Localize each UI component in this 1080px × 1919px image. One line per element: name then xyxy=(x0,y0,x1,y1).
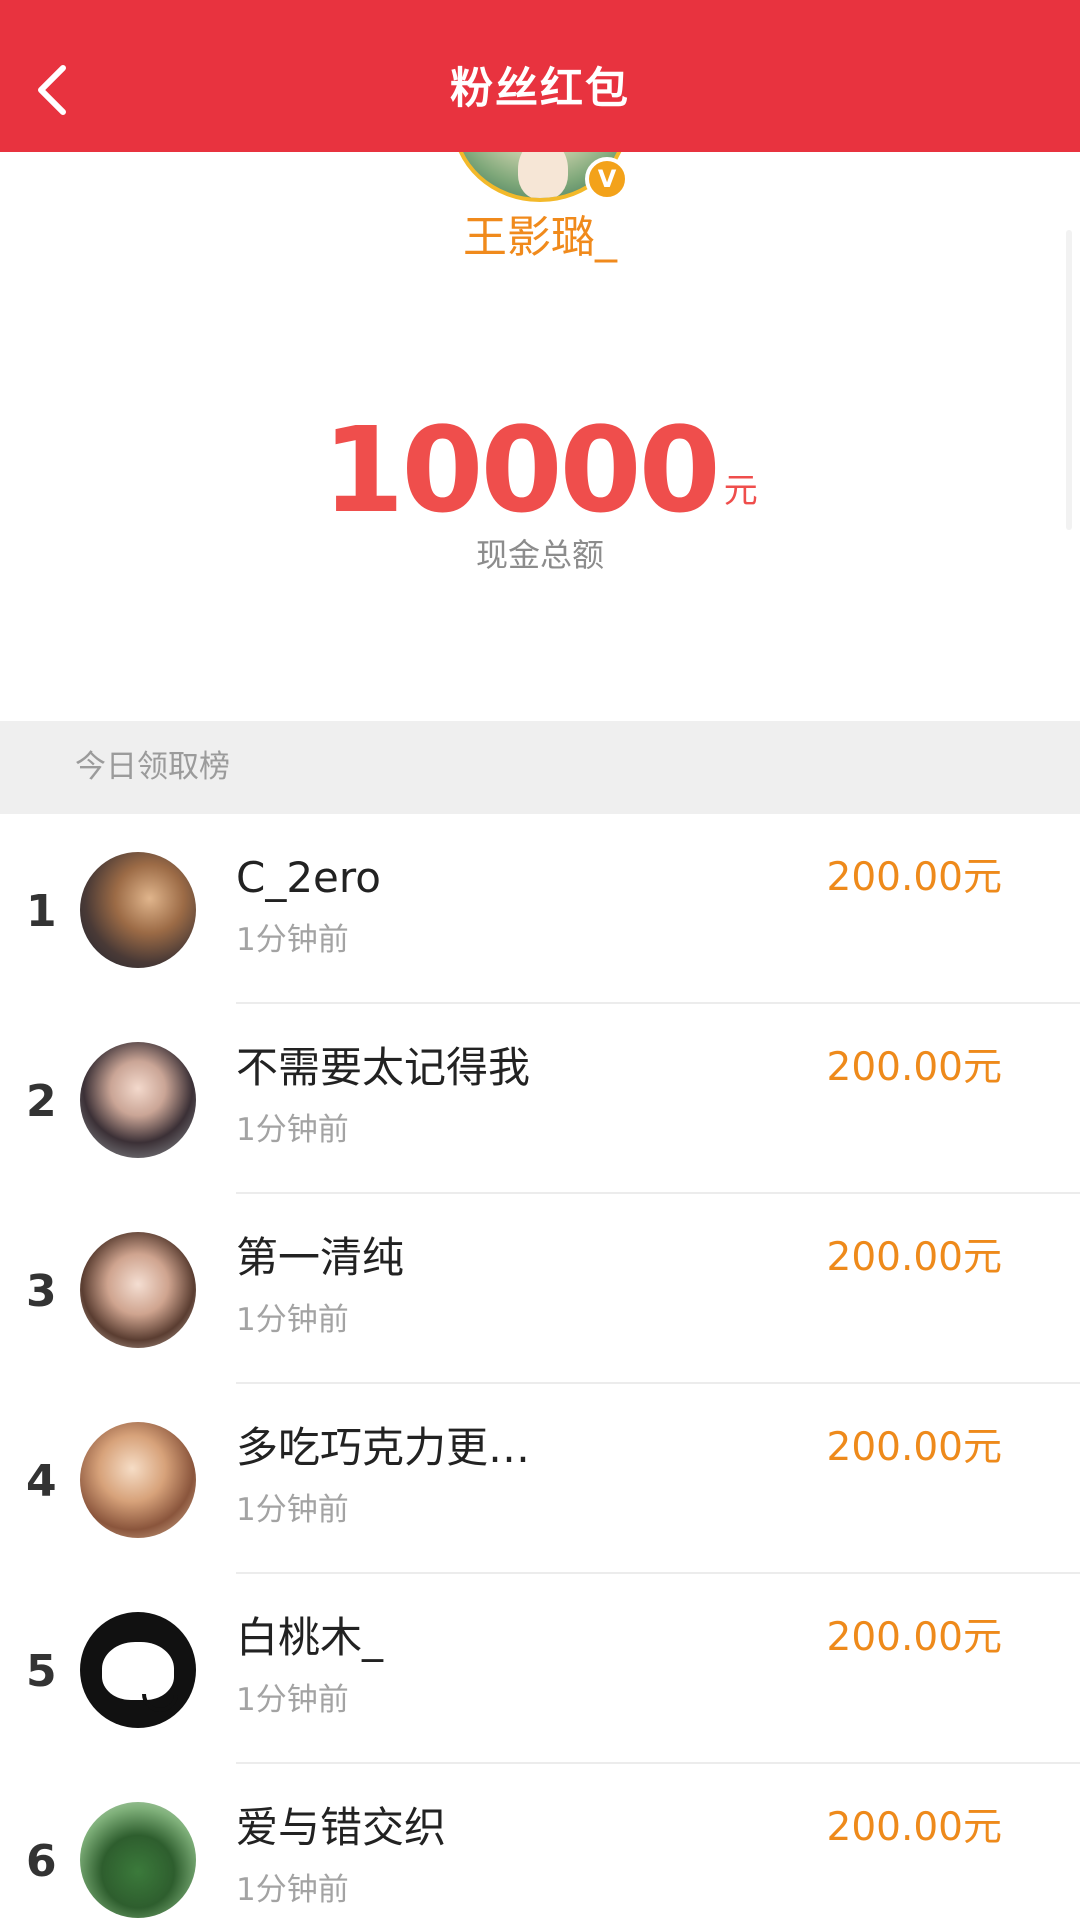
user-avatar[interactable] xyxy=(80,1232,196,1348)
ranking-row[interactable]: 1 C_2ero 1分钟前 200.00元 xyxy=(0,814,1080,1004)
claim-time: 1分钟前 xyxy=(236,1492,349,1528)
user-avatar[interactable] xyxy=(80,1612,196,1728)
claim-amount: 200.00元 xyxy=(826,1235,1002,1280)
claim-time: 1分钟前 xyxy=(236,922,349,958)
total-amount: 10000 元 xyxy=(0,401,1080,539)
user-name: 爱与错交织 xyxy=(236,1803,447,1852)
user-name: C_2ero xyxy=(236,853,381,902)
verified-badge-icon: V xyxy=(585,157,629,201)
claim-amount: 200.00元 xyxy=(826,1045,1002,1090)
user-avatar[interactable] xyxy=(80,1042,196,1158)
ranking-row[interactable]: 3 第一清纯 1分钟前 200.00元 xyxy=(0,1194,1080,1384)
page-title: 粉丝红包 xyxy=(450,64,630,114)
total-amount-value: 10000 xyxy=(322,401,721,539)
section-title: 今日领取榜 xyxy=(75,749,230,785)
claim-amount: 200.00元 xyxy=(826,855,1002,900)
top-nav-bar: 粉丝红包 xyxy=(0,0,1080,152)
claim-time: 1分钟前 xyxy=(236,1112,349,1148)
user-name: 第一清纯 xyxy=(236,1233,405,1282)
rank-number: 6 xyxy=(26,1836,57,1887)
claim-amount: 200.00元 xyxy=(826,1425,1002,1470)
claim-amount: 200.00元 xyxy=(826,1805,1002,1850)
user-avatar[interactable] xyxy=(80,1422,196,1538)
user-name: 白桃木_ xyxy=(236,1613,384,1662)
avatar-mouth-shape xyxy=(142,1694,178,1712)
creator-name[interactable]: 王影璐_ xyxy=(0,210,1080,266)
rank-number: 1 xyxy=(26,886,57,937)
rank-number: 4 xyxy=(26,1456,57,1507)
user-avatar[interactable] xyxy=(80,1802,196,1918)
claim-time: 1分钟前 xyxy=(236,1682,349,1718)
avatar-face-shape xyxy=(102,1642,178,1712)
claim-time: 1分钟前 xyxy=(236,1302,349,1338)
ranking-row[interactable]: 6 爱与错交织 1分钟前 200.00元 xyxy=(0,1764,1080,1919)
red-packet-page: 粉丝红包 V 王影璐_ 10000 元 现金总额 今日领取榜 1 C_2ero 1… xyxy=(0,0,1080,1919)
ranking-row[interactable]: 5 白桃木_ 1分钟前 200.00元 xyxy=(0,1574,1080,1764)
total-amount-unit: 元 xyxy=(723,471,758,511)
claim-amount: 200.00元 xyxy=(826,1615,1002,1660)
rank-number: 5 xyxy=(26,1646,57,1697)
user-name: 多吃巧克力更… xyxy=(236,1423,531,1472)
rank-number: 3 xyxy=(26,1266,57,1317)
claim-time: 1分钟前 xyxy=(236,1872,349,1908)
ranking-row[interactable]: 4 多吃巧克力更… 1分钟前 200.00元 xyxy=(0,1384,1080,1574)
section-header: 今日领取榜 xyxy=(0,721,1080,814)
user-avatar[interactable] xyxy=(80,852,196,968)
ranking-row[interactable]: 2 不需要太记得我 1分钟前 200.00元 xyxy=(0,1004,1080,1194)
ranking-list: 1 C_2ero 1分钟前 200.00元 2 不需要太记得我 1分钟前 200… xyxy=(0,814,1080,1919)
total-amount-label: 现金总额 xyxy=(475,536,604,574)
rank-number: 2 xyxy=(26,1076,57,1127)
user-name: 不需要太记得我 xyxy=(236,1043,531,1092)
